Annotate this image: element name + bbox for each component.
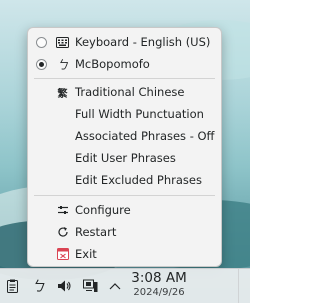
configure-icon bbox=[56, 204, 69, 217]
menu-item-full-width-punctuation[interactable]: Full Width Punctuation bbox=[28, 103, 221, 125]
taskbar: ㄅ 3:08 AM 2024/9/26 bbox=[0, 268, 250, 303]
menu-item-label: Traditional Chinese bbox=[75, 85, 185, 99]
menu-separator bbox=[34, 195, 215, 196]
traditional-chinese-icon: 繁 bbox=[57, 88, 68, 100]
radio-button[interactable] bbox=[36, 58, 47, 70]
input-method-context-menu: Keyboard - English (US) ㄅ McBopomofo 繁 T… bbox=[27, 27, 222, 267]
network-icon[interactable] bbox=[82, 277, 98, 295]
clipboard-icon[interactable] bbox=[4, 277, 20, 295]
menu-separator bbox=[34, 78, 215, 79]
menu-item-label: Full Width Punctuation bbox=[75, 107, 204, 121]
menu-item-label: Restart bbox=[75, 225, 117, 239]
expand-tray-icon[interactable] bbox=[107, 277, 123, 295]
menu-item-label: Edit User Phrases bbox=[75, 151, 176, 165]
menu-item-edit-excluded-phrases[interactable]: Edit Excluded Phrases bbox=[28, 169, 221, 191]
keyboard-icon bbox=[56, 36, 69, 49]
peek-desktop-button[interactable] bbox=[238, 269, 250, 303]
menu-item-label: Exit bbox=[75, 247, 97, 261]
menu-item-configure[interactable]: Configure bbox=[28, 199, 221, 221]
desktop-wallpaper: Keyboard - English (US) ㄅ McBopomofo 繁 T… bbox=[0, 0, 250, 303]
radio-button[interactable] bbox=[36, 36, 47, 48]
menu-item-edit-user-phrases[interactable]: Edit User Phrases bbox=[28, 147, 221, 169]
clock-time[interactable]: 3:08 AM bbox=[131, 270, 187, 286]
restart-icon bbox=[56, 226, 69, 239]
input-method-icon[interactable]: ㄅ bbox=[30, 277, 46, 295]
menu-item-keyboard-english[interactable]: Keyboard - English (US) bbox=[28, 31, 221, 53]
menu-item-mcbopomofo[interactable]: ㄅ McBopomofo bbox=[28, 53, 221, 75]
clock-date[interactable]: 2024/9/26 bbox=[131, 287, 187, 298]
menu-item-label: Configure bbox=[75, 203, 131, 217]
menu-item-label: Keyboard - English (US) bbox=[75, 35, 211, 49]
menu-item-associated-phrases[interactable]: Associated Phrases - Off bbox=[28, 125, 221, 147]
exit-icon bbox=[56, 248, 69, 261]
bopomofo-icon: ㄅ bbox=[56, 57, 69, 72]
menu-item-restart[interactable]: Restart bbox=[28, 221, 221, 243]
menu-item-label: Associated Phrases - Off bbox=[75, 129, 215, 143]
menu-item-exit[interactable]: Exit bbox=[28, 243, 221, 265]
menu-item-label: McBopomofo bbox=[75, 57, 150, 71]
menu-item-label: Edit Excluded Phrases bbox=[75, 173, 202, 187]
menu-item-traditional-chinese[interactable]: 繁 Traditional Chinese bbox=[28, 81, 221, 103]
volume-icon[interactable] bbox=[56, 277, 72, 295]
